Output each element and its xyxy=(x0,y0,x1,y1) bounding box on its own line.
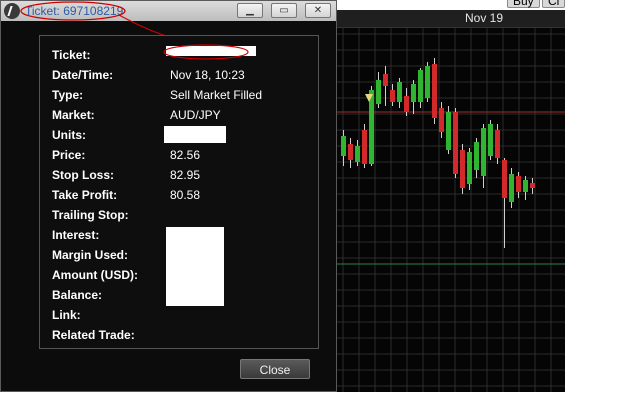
redacted-units xyxy=(164,126,226,143)
bull-candle xyxy=(523,180,528,192)
bull-candle xyxy=(376,80,381,104)
ticket-dialog: Ticket: 697108219 ▁ ▭ ✕ Ticket: Date/Time… xyxy=(0,0,337,392)
bull-candle xyxy=(425,66,430,98)
field-label: Balance: xyxy=(52,288,103,302)
chart-date-label: Nov 19 xyxy=(465,11,504,25)
field-label: Type: xyxy=(52,88,84,102)
field-label: Margin Used: xyxy=(52,248,129,262)
bull-candle xyxy=(418,70,423,102)
window-title: Ticket: 697108219 xyxy=(25,4,124,18)
minimize-button[interactable]: ▁ xyxy=(237,3,263,18)
bear-candle xyxy=(439,108,444,132)
bull-candle xyxy=(446,112,451,150)
field-value: Sell Market Filled xyxy=(170,88,263,102)
chart-toolbar: Buy Cl xyxy=(337,0,565,10)
field-label: Units: xyxy=(52,128,86,142)
redacted-amounts xyxy=(166,227,224,306)
field-label: Amount (USD): xyxy=(52,268,138,282)
bull-candle xyxy=(397,82,402,102)
title-bar[interactable]: Ticket: 697108219 ▁ ▭ ✕ xyxy=(1,1,336,21)
bear-candle xyxy=(362,130,367,164)
close-window-button[interactable]: ✕ xyxy=(305,3,331,18)
bear-candle xyxy=(502,160,507,198)
bull-candle xyxy=(488,124,493,156)
bull-candle xyxy=(481,128,486,176)
field-label: Related Trade: xyxy=(52,328,135,342)
bear-candle xyxy=(404,96,409,112)
field-label: Link: xyxy=(52,308,81,322)
close-button[interactable]: Close xyxy=(240,359,310,379)
field-value: 82.95 xyxy=(170,168,201,182)
field-label: Stop Loss: xyxy=(52,168,114,182)
bear-candle xyxy=(348,144,353,160)
close-position-button[interactable]: Cl xyxy=(542,0,565,8)
field-value: AUD/JPY xyxy=(170,108,221,122)
bull-candle xyxy=(474,142,479,170)
chart-canvas xyxy=(337,28,565,392)
bull-candle xyxy=(369,90,374,164)
bear-candle xyxy=(383,74,388,86)
bull-candle xyxy=(467,152,472,184)
buy-button[interactable]: Buy xyxy=(507,0,540,8)
ticket-details: Ticket: Date/Time: Nov 18, 10:23 Type: Sell … xyxy=(39,35,319,349)
bull-candle xyxy=(411,84,416,102)
bull-candle xyxy=(341,136,346,156)
maximize-button[interactable]: ▭ xyxy=(271,3,297,18)
bear-candle xyxy=(390,90,395,102)
chart-date-axis: Nov 19 xyxy=(337,10,565,28)
bull-candle xyxy=(509,174,514,202)
bear-candle xyxy=(530,183,535,188)
field-label: Interest: xyxy=(52,228,100,242)
field-label: Trailing Stop: xyxy=(52,208,129,222)
field-label: Date/Time: xyxy=(52,68,114,82)
price-chart[interactable]: Buy Cl Nov 19 xyxy=(337,0,565,392)
field-label: Take Profit: xyxy=(52,188,118,202)
field-value: Nov 18, 10:23 xyxy=(170,68,245,82)
bear-candle xyxy=(495,130,500,158)
bull-candle xyxy=(355,146,360,162)
ticket-ellipse-annotation xyxy=(163,44,249,60)
bear-candle xyxy=(432,64,437,118)
bear-candle xyxy=(516,176,521,192)
bear-candle xyxy=(453,112,458,174)
field-value: 82.56 xyxy=(170,148,201,162)
field-label: Price: xyxy=(52,148,86,162)
field-value: 80.58 xyxy=(170,188,201,202)
bear-candle xyxy=(460,150,465,188)
app-logo-icon xyxy=(4,3,20,19)
field-label: Market: xyxy=(52,108,95,122)
